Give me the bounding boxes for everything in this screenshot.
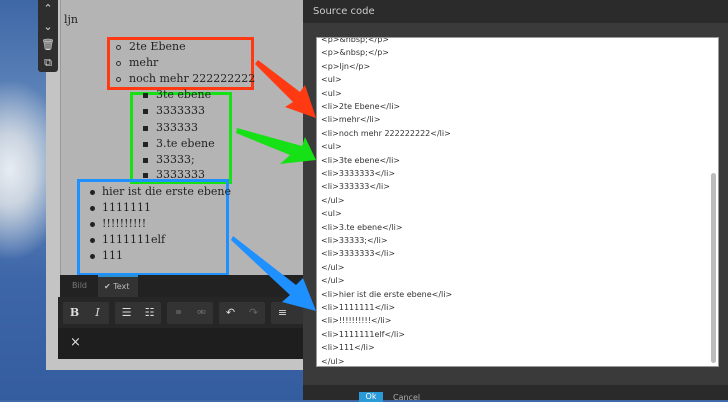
green-arrow: [236, 128, 316, 164]
annotation-arrows: [231, 60, 316, 311]
red-arrow: [255, 60, 316, 118]
blue-arrow: [231, 236, 316, 311]
